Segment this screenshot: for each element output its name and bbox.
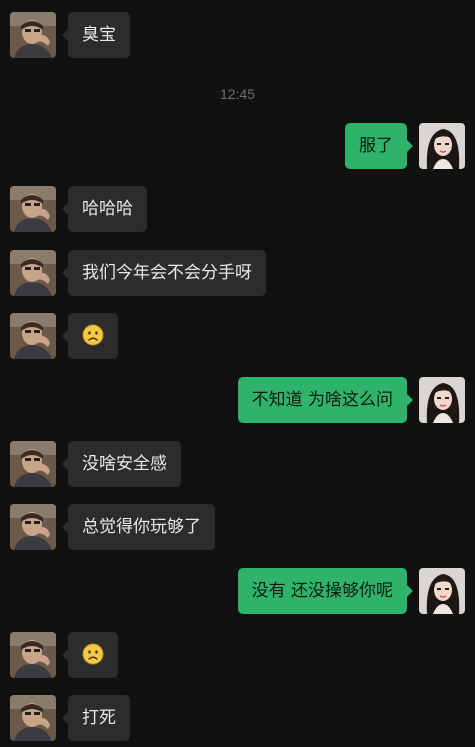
- message-row: 没有 还没操够你呢: [0, 568, 475, 614]
- contact-avatar[interactable]: [10, 250, 56, 296]
- message-row: [0, 313, 475, 359]
- message-row: 不知道 为啥这么问: [0, 377, 475, 423]
- contact-avatar[interactable]: [10, 12, 56, 58]
- incoming-message-bubble[interactable]: 没啥安全感: [62, 441, 181, 487]
- message-row: 总觉得你玩够了: [0, 504, 475, 550]
- frowning-face-icon: [82, 643, 104, 665]
- message-row: 没啥安全感: [0, 441, 475, 487]
- message-row: 打死: [0, 695, 475, 741]
- contact-avatar[interactable]: [10, 632, 56, 678]
- user-avatar[interactable]: [419, 123, 465, 169]
- incoming-message-bubble[interactable]: 哈哈哈: [62, 186, 147, 232]
- message-row: 我们今年会不会分手呀: [0, 250, 475, 296]
- chat-conversation: 臭宝 12:45 服了 哈哈哈 我们今年会不会分手呀 不知道 为啥这么问 没啥安…: [0, 0, 475, 747]
- incoming-message-bubble[interactable]: 臭宝: [62, 12, 130, 58]
- user-avatar[interactable]: [419, 568, 465, 614]
- user-avatar[interactable]: [419, 377, 465, 423]
- incoming-message-bubble[interactable]: 总觉得你玩够了: [62, 504, 215, 550]
- incoming-message-bubble[interactable]: 打死: [62, 695, 130, 741]
- contact-avatar[interactable]: [10, 504, 56, 550]
- contact-avatar[interactable]: [10, 695, 56, 741]
- message-row: 臭宝: [0, 12, 475, 58]
- message-row: 哈哈哈: [0, 186, 475, 232]
- contact-avatar[interactable]: [10, 441, 56, 487]
- incoming-message-bubble[interactable]: 我们今年会不会分手呀: [62, 250, 266, 296]
- outgoing-message-bubble[interactable]: 不知道 为啥这么问: [237, 377, 414, 423]
- contact-avatar[interactable]: [10, 313, 56, 359]
- message-timestamp: 12:45: [219, 86, 256, 102]
- contact-avatar[interactable]: [10, 186, 56, 232]
- outgoing-message-bubble[interactable]: 服了: [345, 123, 413, 169]
- incoming-emoji-bubble[interactable]: [62, 632, 118, 678]
- message-row: 服了: [0, 123, 475, 169]
- outgoing-message-bubble[interactable]: 没有 还没操够你呢: [237, 568, 414, 614]
- incoming-emoji-bubble[interactable]: [62, 313, 118, 359]
- message-row: [0, 632, 475, 678]
- frowning-face-icon: [82, 324, 104, 346]
